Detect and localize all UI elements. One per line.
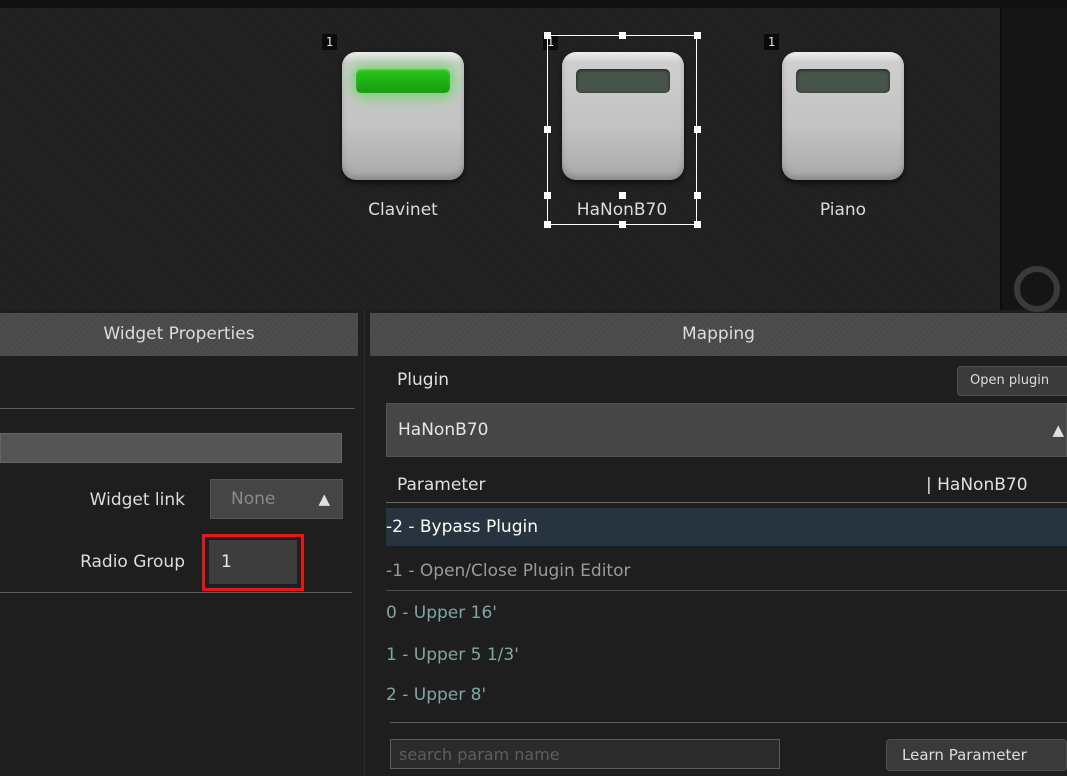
resize-handle[interactable] xyxy=(619,32,626,39)
widget-link-label: Widget link xyxy=(89,490,185,510)
parameter-row[interactable]: -2 - Bypass Plugin xyxy=(386,508,1067,546)
widget-properties-header[interactable]: Widget Properties xyxy=(0,313,358,356)
plugin-column-header[interactable]: | HaNonB70 xyxy=(926,475,1028,495)
resize-handle[interactable] xyxy=(694,221,701,228)
resize-handle[interactable] xyxy=(544,221,551,228)
parameter-row[interactable]: 1 - Upper 5 1/3' xyxy=(386,636,1067,674)
resize-handle[interactable] xyxy=(619,221,626,228)
parameter-row[interactable]: -1 - Open/Close Plugin Editor xyxy=(386,552,1067,590)
side-panel-edge xyxy=(1000,8,1067,310)
divider xyxy=(364,310,365,776)
divider xyxy=(0,592,352,593)
clavinet-label: Clavinet xyxy=(368,200,438,220)
resize-handle[interactable] xyxy=(694,32,701,39)
mapping-header[interactable]: Mapping xyxy=(370,313,1067,356)
radio-group-label: Radio Group xyxy=(80,552,185,572)
plugin-value: HaNonB70 xyxy=(398,420,489,440)
open-plugin-button[interactable]: Open plugin xyxy=(957,366,1067,396)
resize-handle[interactable] xyxy=(619,192,626,199)
widget-badge: 1 xyxy=(764,34,779,50)
updown-arrows-icon: ▲ xyxy=(1052,421,1064,439)
search-param-input[interactable] xyxy=(390,739,780,769)
led-indicator-on xyxy=(356,69,450,93)
top-strip xyxy=(0,0,1067,8)
divider xyxy=(386,590,1067,591)
knob-icon xyxy=(1014,266,1060,312)
divider xyxy=(386,502,1067,503)
resize-handle[interactable] xyxy=(544,192,551,199)
parameter-row[interactable]: 2 - Upper 8' xyxy=(386,676,1067,714)
updown-arrows-icon: ▲ xyxy=(318,490,330,508)
plugin-label: Plugin xyxy=(397,370,450,390)
divider xyxy=(390,722,1067,723)
divider xyxy=(0,408,355,409)
parameter-column-header[interactable]: Parameter xyxy=(397,475,485,495)
piano-toggle-button[interactable] xyxy=(782,52,904,180)
plugin-select[interactable]: HaNonB70 ▲ xyxy=(386,403,1067,457)
widget-badge: 1 xyxy=(322,34,337,50)
resize-handle[interactable] xyxy=(544,32,551,39)
led-indicator-off xyxy=(796,69,890,93)
resize-handle[interactable] xyxy=(694,126,701,133)
radio-group-input[interactable]: 1 xyxy=(209,540,297,584)
resize-handle[interactable] xyxy=(694,192,701,199)
parameter-row[interactable]: 0 - Upper 16' xyxy=(386,594,1067,632)
widget-name-field[interactable] xyxy=(0,433,342,463)
resize-handle[interactable] xyxy=(544,126,551,133)
widget-link-select[interactable]: None ▲ xyxy=(210,479,343,519)
learn-parameter-button[interactable]: Learn Parameter xyxy=(886,739,1067,771)
widget-link-value: None xyxy=(231,489,276,509)
piano-label: Piano xyxy=(819,200,867,220)
clavinet-toggle-button[interactable] xyxy=(342,52,464,180)
